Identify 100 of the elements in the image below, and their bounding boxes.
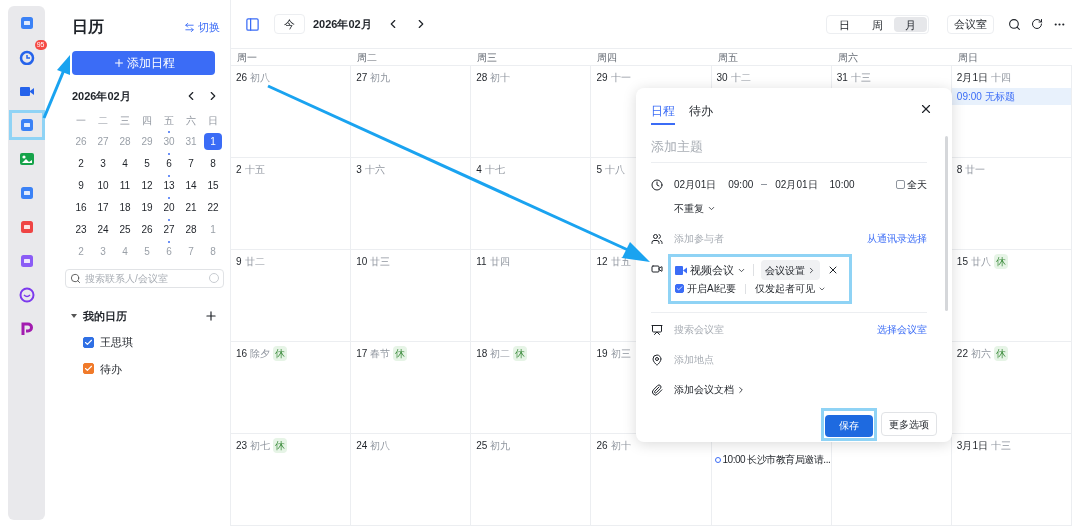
day-cell[interactable]: 3 十六 (351, 158, 472, 250)
date-label: 3月1日 (956, 439, 988, 453)
date-label: 31 (836, 71, 848, 85)
mini-calendar-day[interactable]: 16 (72, 199, 90, 216)
mini-calendar-day[interactable]: 15 (204, 177, 222, 194)
lunar-date: 初十 (610, 439, 631, 453)
weekday-label: 四 (141, 113, 153, 128)
visibility-dropdown[interactable]: 仅发起者可见 (755, 281, 816, 296)
mini-calendar-day[interactable]: 8 (204, 155, 222, 172)
day-cell[interactable]: 27 初九 (351, 66, 472, 158)
day-cell[interactable]: 2 十五 (231, 158, 352, 250)
date-label: 26 (236, 71, 248, 85)
month-title: 2026年02月 (313, 16, 372, 32)
mini-calendar-day[interactable]: 23 (72, 221, 90, 238)
event-chip[interactable]: 09:00 无标题 (951, 88, 1071, 105)
day-cell[interactable]: 3月1日 十三 (951, 434, 1072, 526)
date-label: 23 (236, 439, 248, 453)
day-cell[interactable]: 2月1日 十四 09:00 无标题 (951, 66, 1072, 158)
mini-calendar-day[interactable]: 24 (94, 221, 112, 238)
mini-calendar-day[interactable]: 25 (116, 221, 134, 238)
contacts-link[interactable]: 从通讯录选择 (867, 231, 927, 246)
mini-calendar-day[interactable]: 5 (138, 155, 156, 172)
date-label: 17 (356, 347, 368, 361)
lunar-date: 十三 (850, 71, 871, 85)
meeting-settings-button[interactable]: 会议设置 (761, 260, 820, 280)
ai-notes-label: 开启AI纪要 (687, 282, 737, 296)
weekday-header: 周四 (597, 50, 618, 65)
date-label: 15 (956, 255, 968, 269)
add-event-button[interactable]: 添加日程 (72, 51, 215, 75)
dialog-tab[interactable]: 日程 (651, 102, 675, 125)
start-date[interactable]: 02月01日 (674, 177, 717, 192)
date-label: 10 (356, 255, 368, 269)
meeting-type-dropdown[interactable]: 视频会议 (690, 261, 734, 279)
lunar-date: 十二 (730, 71, 751, 85)
lunar-date: 廿三 (370, 255, 391, 269)
day-cell[interactable]: 28 初十 (471, 66, 592, 158)
mini-calendar-day[interactable]: 12 (138, 177, 156, 194)
dialog-tab[interactable]: 待办 (689, 102, 713, 125)
mini-calendar-day[interactable]: 28 (182, 221, 200, 238)
repeat-dropdown[interactable]: 不重复 (674, 201, 704, 216)
mini-calendar-day[interactable]: 13 (160, 177, 178, 194)
day-cell[interactable]: 4 十七 (471, 158, 592, 250)
day-cell[interactable]: 16 除夕 休 (231, 342, 352, 434)
lunar-date: 初十 (490, 71, 511, 85)
day-cell[interactable]: 10 廿三 (351, 250, 472, 342)
switch-link[interactable]: 切换 (184, 18, 220, 36)
date-label: 11 (476, 255, 487, 269)
meeting-room-button[interactable]: 会议室 (947, 14, 994, 34)
mini-calendar-day[interactable]: 10 (94, 177, 112, 194)
end-time[interactable]: 10:00 (829, 177, 855, 192)
day-cell[interactable]: 11 廿四 (471, 250, 592, 342)
lunar-date: 初二 (490, 347, 511, 361)
mini-calendar-day[interactable]: 18 (116, 199, 134, 216)
save-button[interactable]: 保存 (825, 414, 873, 437)
date-label: 30 (716, 71, 728, 85)
date-label: 12 (596, 255, 608, 269)
mini-calendar-day[interactable]: 3 (94, 155, 112, 172)
date-label: 25 (476, 439, 488, 453)
end-date[interactable]: 02月01日 (775, 177, 818, 192)
more-options-button[interactable]: 更多选项 (881, 412, 937, 437)
lunar-date: 十七 (484, 163, 505, 177)
date-label: 24 (356, 439, 368, 453)
mini-calendar-day[interactable]: 22 (204, 199, 222, 216)
mini-calendar-day[interactable]: 9 (72, 177, 90, 194)
mini-calendar-day[interactable]: 20 (160, 199, 178, 216)
start-time[interactable]: 09:00 (728, 177, 754, 192)
lunar-date: 初八 (250, 71, 271, 85)
mini-calendar-day[interactable]: 6 (160, 155, 178, 172)
date-label: 29 (596, 71, 608, 85)
day-cell[interactable]: 26 初八 (231, 66, 352, 158)
mini-calendar-day[interactable]: 21 (182, 199, 200, 216)
mini-calendar-day[interactable]: 1 (204, 133, 222, 150)
mini-calendar-day[interactable]: 26 (138, 221, 156, 238)
view-tab[interactable]: 月 (894, 16, 927, 32)
mini-calendar-day[interactable]: 4 (116, 155, 134, 172)
add-docs-link[interactable]: 添加会议文档 (674, 382, 734, 397)
view-tab[interactable]: 周 (861, 16, 894, 32)
mini-calendar-day[interactable]: 17 (94, 199, 112, 216)
day-cell[interactable]: 17 春节 休 (351, 342, 472, 434)
date-label: 22 (956, 347, 968, 361)
select-room-link[interactable]: 选择会议室 (877, 322, 927, 337)
today-button[interactable]: 今 (274, 14, 305, 34)
mini-calendar-day[interactable]: 2 (72, 155, 90, 172)
day-cell[interactable]: 9 廿二 (231, 250, 352, 342)
day-cell[interactable]: 25 初九 (471, 434, 592, 526)
mini-calendar-day[interactable]: 27 (160, 221, 178, 238)
day-cell[interactable]: 23 初七 休 (231, 434, 352, 526)
date-label: 2月1日 (956, 71, 988, 85)
date-label: 5 (596, 163, 602, 177)
day-cell[interactable]: 18 初二 休 (471, 342, 592, 434)
mini-calendar-day[interactable]: 7 (182, 155, 200, 172)
mini-calendar-day[interactable]: 11 (116, 177, 134, 194)
todo-event[interactable]: 10:00 长沙市教育局邀请... (722, 452, 831, 467)
mini-calendar-day[interactable]: 14 (182, 177, 200, 194)
lunar-date: 初七 (250, 439, 271, 453)
view-tab[interactable]: 日 (828, 16, 861, 32)
weekday-header: 周三 (477, 50, 498, 65)
weekday-header: 周二 (357, 50, 378, 65)
day-cell[interactable]: 24 初八 (351, 434, 472, 526)
mini-calendar-day[interactable]: 19 (138, 199, 156, 216)
